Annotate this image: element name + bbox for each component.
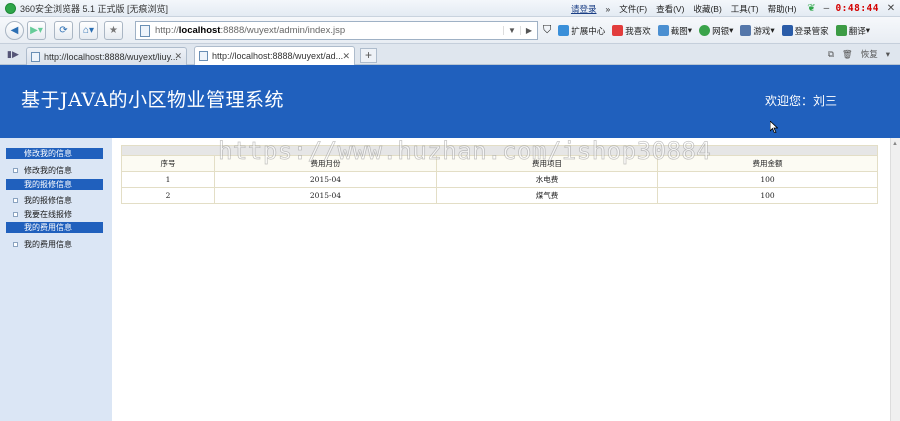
table-row: 2 2015-04 煤气费 100 [121, 187, 878, 204]
welcome-user: 欢迎您：刘三 [765, 94, 838, 108]
sidebar-item-label: 我的费用信息 [24, 240, 72, 249]
cell-index: 2 [121, 187, 215, 204]
favorite-star-icon[interactable]: ★ [104, 20, 123, 40]
url-actions: ▼ ▶ [503, 22, 537, 39]
address-toolbar: ◀ ▶▾ ⟳ ⌂▾ ★ http:// localhost :8888/wuye… [0, 17, 900, 44]
sidebar-item-my-repairs[interactable]: 我的报修信息 [13, 195, 72, 206]
menu-tools[interactable]: 工具(T) [731, 3, 759, 15]
tab-label: http://localhost:8888/wuyext/ad... [212, 51, 344, 61]
bullet-icon [13, 168, 18, 173]
column-header-month: 费用月份 [214, 155, 437, 172]
table-header-row: 序号 费用月份 费用项目 费用金额 [121, 155, 878, 172]
cell-index: 1 [121, 171, 215, 188]
toolbar-screenshot[interactable]: 截图 ▾ [657, 25, 692, 37]
sidebar-toggle-icon[interactable]: ▮▶ [7, 49, 19, 60]
sidebar-item-label: 我要在线报修 [24, 210, 72, 219]
go-icon[interactable]: ▶ [520, 26, 537, 35]
cell-item: 煤气费 [436, 187, 658, 204]
url-dropdown-icon[interactable]: ▼ [503, 26, 520, 35]
cell-item: 水电费 [436, 171, 658, 188]
browser-titlebar: 360安全浏览器 5.1 正式版 [无痕浏览] 请登录 » 文件(F) 查看(V… [0, 0, 900, 17]
login-link[interactable]: 请登录 [571, 3, 597, 15]
toolbar-games[interactable]: 游戏 ▾ [740, 25, 775, 37]
page-icon [140, 24, 150, 37]
cell-month: 2015-04 [214, 171, 437, 188]
tab-admin[interactable]: http://localhost:8888/wuyext/ad... ✕ [194, 46, 355, 65]
fees-table: 序号 费用月份 费用项目 费用金额 1 2015-04 水电费 100 2 20… [121, 145, 878, 204]
table-row: 1 2015-04 水电费 100 [121, 171, 878, 188]
tab-page-icon [199, 51, 208, 61]
sidebar-section-repairs[interactable]: 我的报修信息 [6, 179, 103, 190]
sidebar: 修改我的信息 修改我的信息 我的报修信息 我的报修信息 我要在线报修 我的费用信… [0, 138, 112, 421]
sidebar-item-my-fees[interactable]: 我的费用信息 [13, 239, 72, 250]
bullet-icon [13, 212, 18, 217]
column-header-index: 序号 [121, 155, 215, 172]
more-menu-chevron-icon[interactable]: » [606, 4, 611, 14]
minimize-button[interactable]: – [820, 3, 832, 14]
tab-close-icon[interactable]: ✕ [342, 51, 350, 62]
trash-icon[interactable]: 🗑 [842, 49, 853, 60]
shield-icon[interactable]: ⛉ [543, 24, 551, 37]
tab-page-icon [31, 51, 40, 62]
sidebar-section-profile[interactable]: 修改我的信息 [6, 148, 103, 159]
url-path: :8888/wuyext/admin/index.jsp [220, 25, 346, 36]
toolbar-translate[interactable]: 翻译 ▾ [835, 25, 870, 37]
title-right-area: 请登录 » 文件(F) 查看(V) 收藏(B) 工具(T) 帮助(H) ❦ – … [571, 0, 900, 17]
url-prefix: http:// [155, 25, 179, 36]
mouse-cursor-icon [770, 121, 778, 133]
tab-bar: ▮▶ http://localhost:8888/wuyext/liuy... … [0, 44, 900, 65]
refresh-icon[interactable]: ⟳ [54, 20, 73, 40]
column-header-amount: 费用金额 [657, 155, 878, 172]
browser-window-title: 360安全浏览器 5.1 正式版 [无痕浏览] [20, 3, 169, 14]
vertical-scrollbar[interactable] [890, 138, 900, 421]
tab-bar-right: ⧉ 🗑 恢复 ▾ [820, 48, 890, 60]
toolbar-ebank[interactable]: 网银 ▾ [699, 25, 733, 37]
home-icon[interactable]: ⌂▾ [79, 20, 98, 40]
browser-toolbar: ⛉ 扩展中心 我喜欢 截图 ▾ 网银 ▾ 游戏 ▾ 登录管家 翻译 ▾ [543, 21, 877, 40]
tab-close-icon[interactable]: ✕ [174, 51, 182, 62]
menu-help[interactable]: 帮助(H) [768, 3, 797, 15]
bullet-icon [13, 198, 18, 203]
table-spacer-row [121, 145, 878, 156]
restore-dropdown-icon[interactable]: ▾ [886, 49, 890, 60]
tab-liuyan[interactable]: http://localhost:8888/wuyext/liuy... ✕ [26, 47, 187, 65]
restore-label[interactable]: 恢复 [861, 48, 878, 60]
sidebar-section-fees[interactable]: 我的费用信息 [6, 222, 103, 233]
url-input[interactable]: http:// localhost :8888/wuyext/admin/ind… [135, 21, 538, 40]
cell-amount: 100 [657, 171, 878, 188]
recording-clock: 0:48:44 [835, 3, 879, 14]
app-header: 基于JAVA的小区物业管理系统 欢迎您：刘三 [0, 65, 900, 138]
tab-label: http://localhost:8888/wuyext/liuy... [44, 51, 178, 62]
tab-list-icon[interactable]: ⧉ [828, 49, 834, 60]
browser-logo-icon [5, 2, 16, 14]
forward-button[interactable]: ▶▾ [27, 20, 46, 40]
new-tab-button[interactable]: + [360, 48, 377, 63]
toolbar-login-manager[interactable]: 登录管家 [781, 25, 829, 37]
sidebar-item-edit-profile[interactable]: 修改我的信息 [13, 165, 72, 176]
close-window-button[interactable]: ✕ [885, 3, 897, 14]
sidebar-item-label: 我的报修信息 [24, 196, 72, 205]
sidebar-item-label: 修改我的信息 [24, 166, 72, 175]
cell-amount: 100 [657, 187, 878, 204]
sidebar-item-online-repair[interactable]: 我要在线报修 [13, 209, 72, 220]
skin-icon[interactable]: ❦ [805, 3, 817, 14]
menu-view[interactable]: 查看(V) [656, 3, 684, 15]
back-button[interactable]: ◀ [5, 20, 24, 40]
toolbar-like[interactable]: 我喜欢 [612, 25, 651, 37]
menu-favorites[interactable]: 收藏(B) [693, 3, 721, 15]
scroll-up-icon[interactable]: ▲ [892, 141, 898, 147]
url-host: localhost [178, 25, 221, 36]
bullet-icon [13, 242, 18, 247]
toolbar-extensions[interactable]: 扩展中心 [558, 25, 605, 37]
page-title: 基于JAVA的小区物业管理系统 [21, 89, 285, 111]
column-header-item: 费用项目 [436, 155, 658, 172]
menu-file[interactable]: 文件(F) [619, 3, 647, 15]
cell-month: 2015-04 [214, 187, 437, 204]
